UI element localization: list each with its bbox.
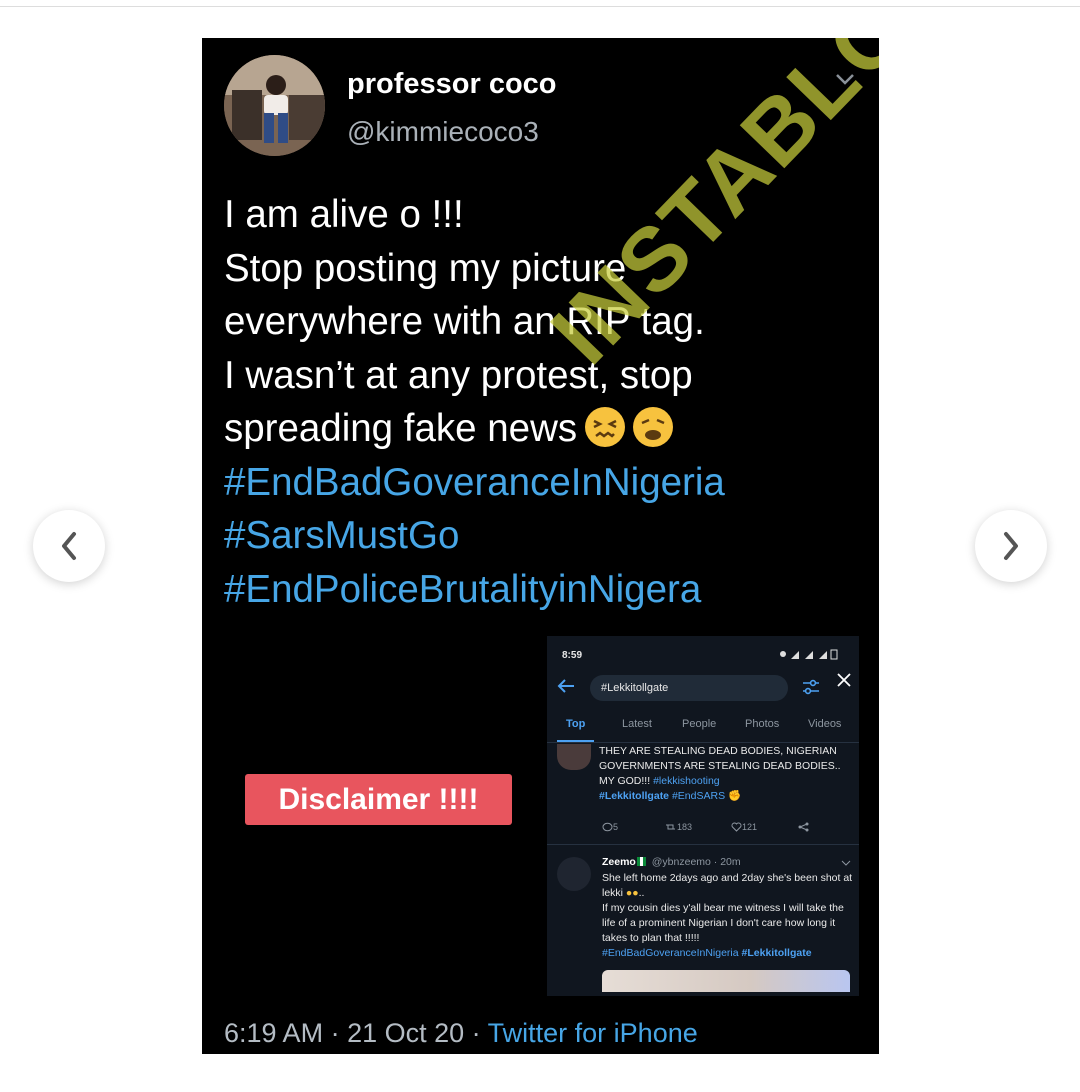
- tweet-header: Zeemo @ybnzeemo · 20m: [602, 856, 741, 868]
- author-name[interactable]: Zeemo: [602, 856, 636, 868]
- next-button[interactable]: [975, 510, 1047, 582]
- separator-dot: ·: [464, 1018, 488, 1048]
- signal-battery-icon: [780, 649, 838, 660]
- tab-videos[interactable]: Videos: [808, 718, 841, 730]
- tweet-line: Stop posting my picture: [224, 246, 627, 290]
- hashtag-link[interactable]: #lekkishooting: [653, 775, 720, 787]
- nigeria-flag-icon: [636, 857, 646, 866]
- hashtag-link[interactable]: #SarsMustGo: [224, 509, 864, 563]
- confounded-face-emoji: [585, 407, 626, 447]
- divider: [547, 742, 859, 743]
- post-image: professor coco @kimmiecoco3 I am alive o…: [202, 38, 879, 1054]
- hashtag-link[interactable]: #EndSARS: [672, 790, 725, 802]
- hashtag-link[interactable]: #Lekkitollgate: [742, 947, 812, 959]
- chevron-down-icon[interactable]: [834, 72, 856, 91]
- status-icons: [779, 648, 839, 663]
- chevron-down-icon[interactable]: [841, 854, 851, 872]
- tweet-footer: 6:19 AM · 21 Oct 20 · Twitter for iPhone: [224, 1018, 698, 1049]
- media-preview[interactable]: [602, 970, 850, 992]
- result-tweet[interactable]: She left home 2days ago and 2day she's b…: [602, 871, 857, 961]
- hashtag-link[interactable]: #EndPoliceBrutalityinNigera: [224, 563, 864, 617]
- tweet-date: 21 Oct 20: [347, 1018, 465, 1048]
- hashtag-link[interactable]: #Lekkitollgate: [599, 790, 669, 802]
- result-tweet[interactable]: THEY ARE STEALING DEAD BODIES, NIGERIAN …: [599, 744, 854, 804]
- heart-icon: [731, 822, 742, 832]
- tweet-text: If my cousin dies y'all bear me witness …: [602, 902, 844, 944]
- retweet-count: 183: [677, 822, 693, 832]
- hashtag-link[interactable]: #EndBadGoveranceInNigeria: [224, 456, 864, 510]
- retweet-icon: [666, 824, 675, 830]
- tab-people[interactable]: People: [682, 718, 716, 730]
- avatar[interactable]: [557, 744, 591, 770]
- share-action[interactable]: [798, 822, 809, 833]
- tweet-text: She left home 2days ago and 2day she's b…: [602, 872, 853, 899]
- divider: [547, 844, 859, 845]
- sad-face-emoji: ●●: [623, 887, 639, 899]
- hashtag-link[interactable]: #EndBadGoveranceInNigeria: [602, 947, 739, 959]
- back-arrow-icon[interactable]: [557, 679, 575, 698]
- tweet-line: everywhere with an RIP tag.: [224, 300, 705, 343]
- author-handle[interactable]: @kimmiecoco3: [347, 116, 539, 148]
- status-time: 8:59: [562, 650, 583, 661]
- disclaimer-badge: Disclaimer !!!!: [245, 774, 512, 825]
- tweet-line: spreading fake news: [224, 407, 578, 450]
- tweet-line-with-emoji: spreading fake news: [224, 402, 864, 456]
- weary-face-emoji: [633, 407, 674, 447]
- previous-button[interactable]: [33, 510, 105, 582]
- tab-latest[interactable]: Latest: [622, 718, 652, 730]
- tab-top[interactable]: Top: [566, 718, 585, 730]
- chevron-left-icon: [62, 532, 76, 560]
- chevron-right-icon: [1004, 532, 1018, 560]
- tab-photos[interactable]: Photos: [745, 718, 779, 730]
- avatar[interactable]: [557, 857, 591, 891]
- tweet-line: I am alive o !!!: [224, 193, 464, 236]
- top-divider: [0, 6, 1080, 7]
- like-action[interactable]: 121: [731, 822, 757, 833]
- search-tabs: Top Latest People Photos Videos: [547, 718, 859, 740]
- like-count: 121: [742, 822, 758, 832]
- tweet-line: I wasn’t at any protest, stop: [224, 353, 693, 397]
- retweet-action[interactable]: 183: [664, 822, 692, 833]
- fist-emoji: ✊: [725, 790, 742, 802]
- reply-count: 5: [613, 822, 619, 832]
- author-name[interactable]: professor coco: [347, 68, 557, 101]
- separator-dot: ·: [323, 1018, 348, 1048]
- reply-icon: [602, 822, 613, 832]
- tweet-source[interactable]: Twitter for iPhone: [488, 1018, 698, 1048]
- search-input[interactable]: #Lekkitollgate: [590, 675, 788, 701]
- tweet-body: I am alive o !!! Stop posting my picture…: [224, 188, 864, 616]
- embedded-screenshot: 8:59 #Lekkitollgate Top Latest People Ph…: [547, 636, 859, 996]
- tweet-time: 6:19 AM: [224, 1018, 324, 1048]
- separator-dot: ·: [710, 856, 721, 868]
- close-icon[interactable]: [836, 672, 852, 693]
- share-icon: [798, 822, 809, 832]
- author-handle[interactable]: @ybnzeemo: [652, 856, 711, 868]
- filter-icon[interactable]: [802, 679, 820, 700]
- tweet-time: 20m: [720, 856, 741, 868]
- avatar[interactable]: [224, 55, 325, 156]
- reply-action[interactable]: 5: [602, 822, 618, 833]
